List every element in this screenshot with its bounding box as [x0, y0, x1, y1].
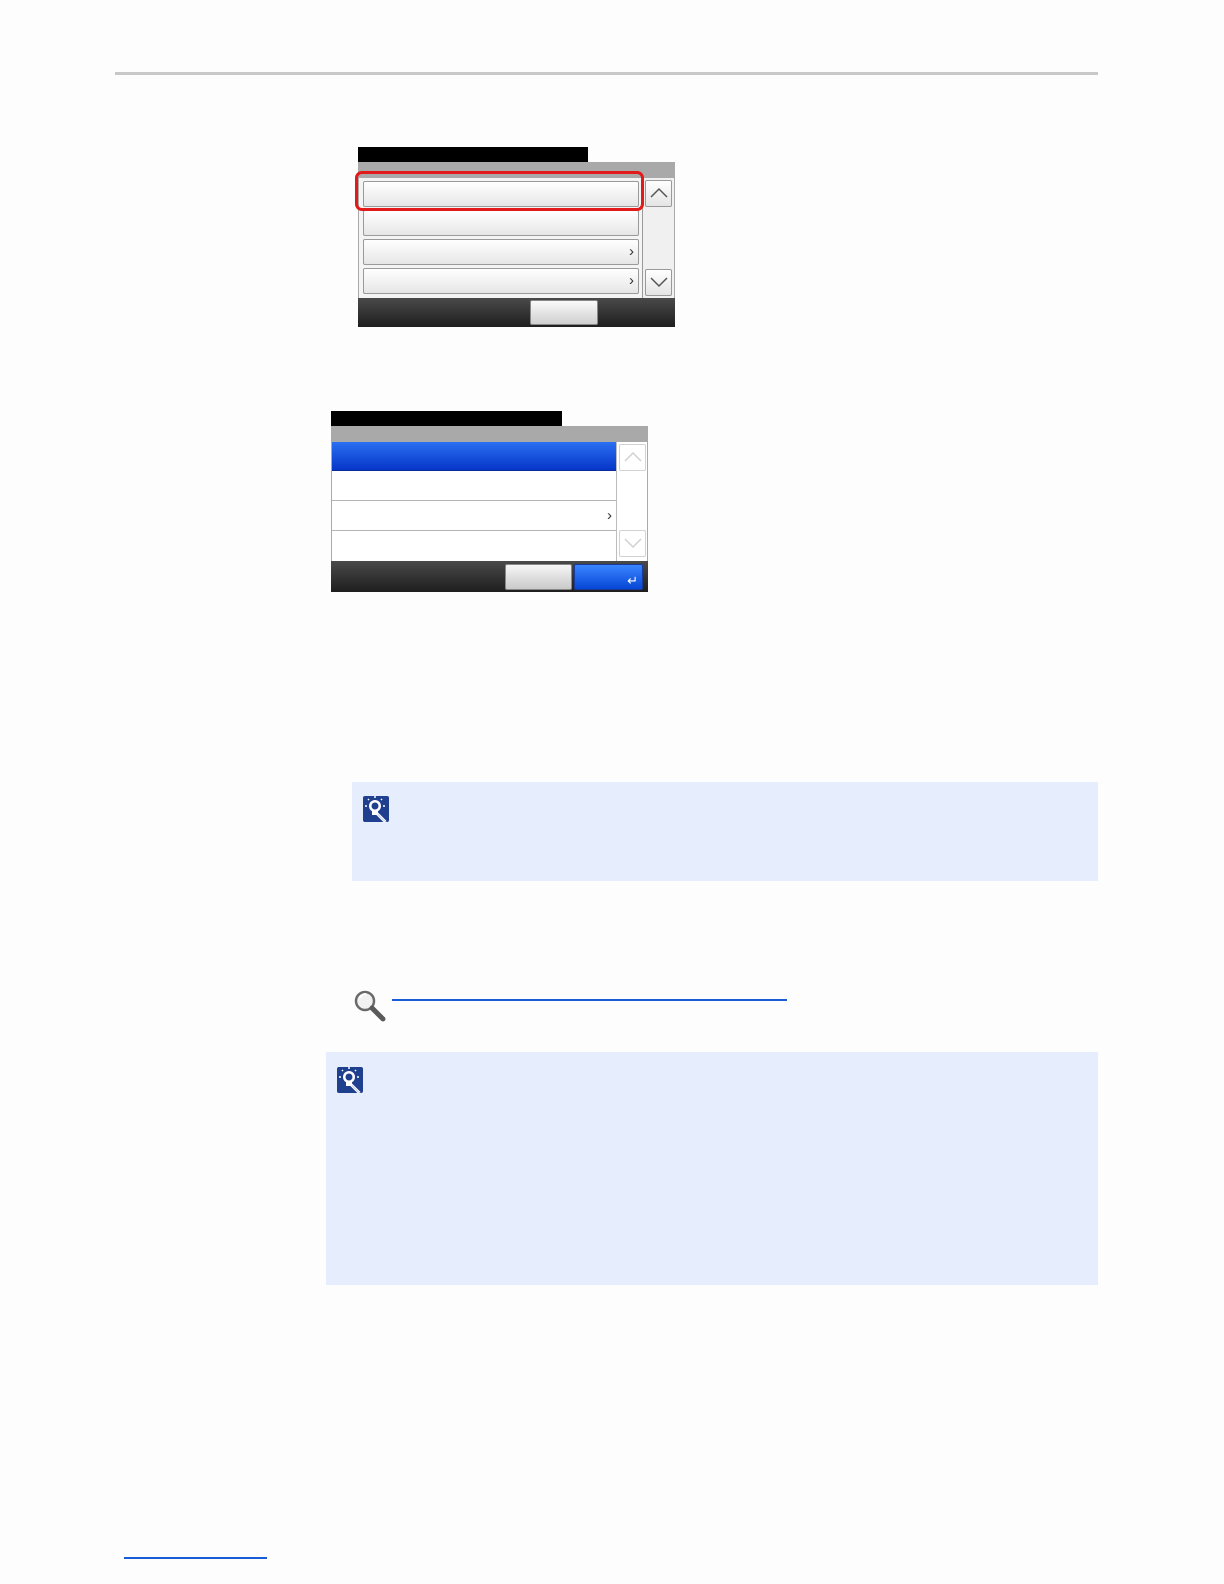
chevron-down-icon	[650, 277, 668, 288]
panel2-scrollbar[interactable]	[616, 442, 648, 561]
reference-link[interactable]	[392, 999, 787, 1001]
panel1-footer-button[interactable]	[530, 300, 598, 325]
scroll-down-button[interactable]	[645, 269, 672, 296]
tip-lightbulb-icon	[337, 1067, 363, 1094]
scroll-up-button[interactable]	[645, 180, 672, 207]
panel1-list-item-2[interactable]	[363, 210, 639, 236]
panel2-list-item-2[interactable]	[332, 472, 616, 501]
header-rule	[115, 72, 1098, 75]
scroll-up-button[interactable]	[619, 444, 646, 471]
cancel-button[interactable]	[505, 564, 572, 590]
panel2-list-item-3[interactable]: ›	[332, 502, 616, 531]
ok-button[interactable]: ↵	[574, 564, 643, 590]
panel1-title-bar	[358, 147, 588, 162]
note-box	[326, 1052, 1098, 1285]
tip-lightbulb-icon	[363, 796, 389, 823]
chevron-up-icon	[650, 187, 668, 198]
panel1-list-item-4[interactable]: ›	[363, 268, 639, 294]
footer-link[interactable]	[124, 1557, 267, 1559]
scroll-down-button[interactable]	[619, 530, 646, 557]
panel2-list: ›	[331, 442, 616, 561]
enter-icon: ↵	[627, 573, 638, 588]
panel2-title-bar	[331, 411, 562, 426]
panel1-list-item-3[interactable]: ›	[363, 239, 639, 265]
panel1-footer	[358, 298, 675, 327]
panel2-list-item-4[interactable]	[332, 532, 616, 561]
selection-highlight-frame	[355, 171, 644, 211]
chevron-up-icon	[624, 451, 642, 462]
note-box	[352, 782, 1098, 881]
magnifier-icon	[354, 990, 386, 1022]
chevron-right-icon: ›	[629, 243, 634, 260]
panel1-scrollbar[interactable]	[642, 178, 674, 298]
panel2-header-bar	[331, 426, 648, 442]
chevron-right-icon: ›	[607, 507, 612, 524]
panel2-list-item-selected[interactable]	[332, 442, 616, 471]
chevron-down-icon	[624, 538, 642, 549]
chevron-right-icon: ›	[629, 272, 634, 289]
